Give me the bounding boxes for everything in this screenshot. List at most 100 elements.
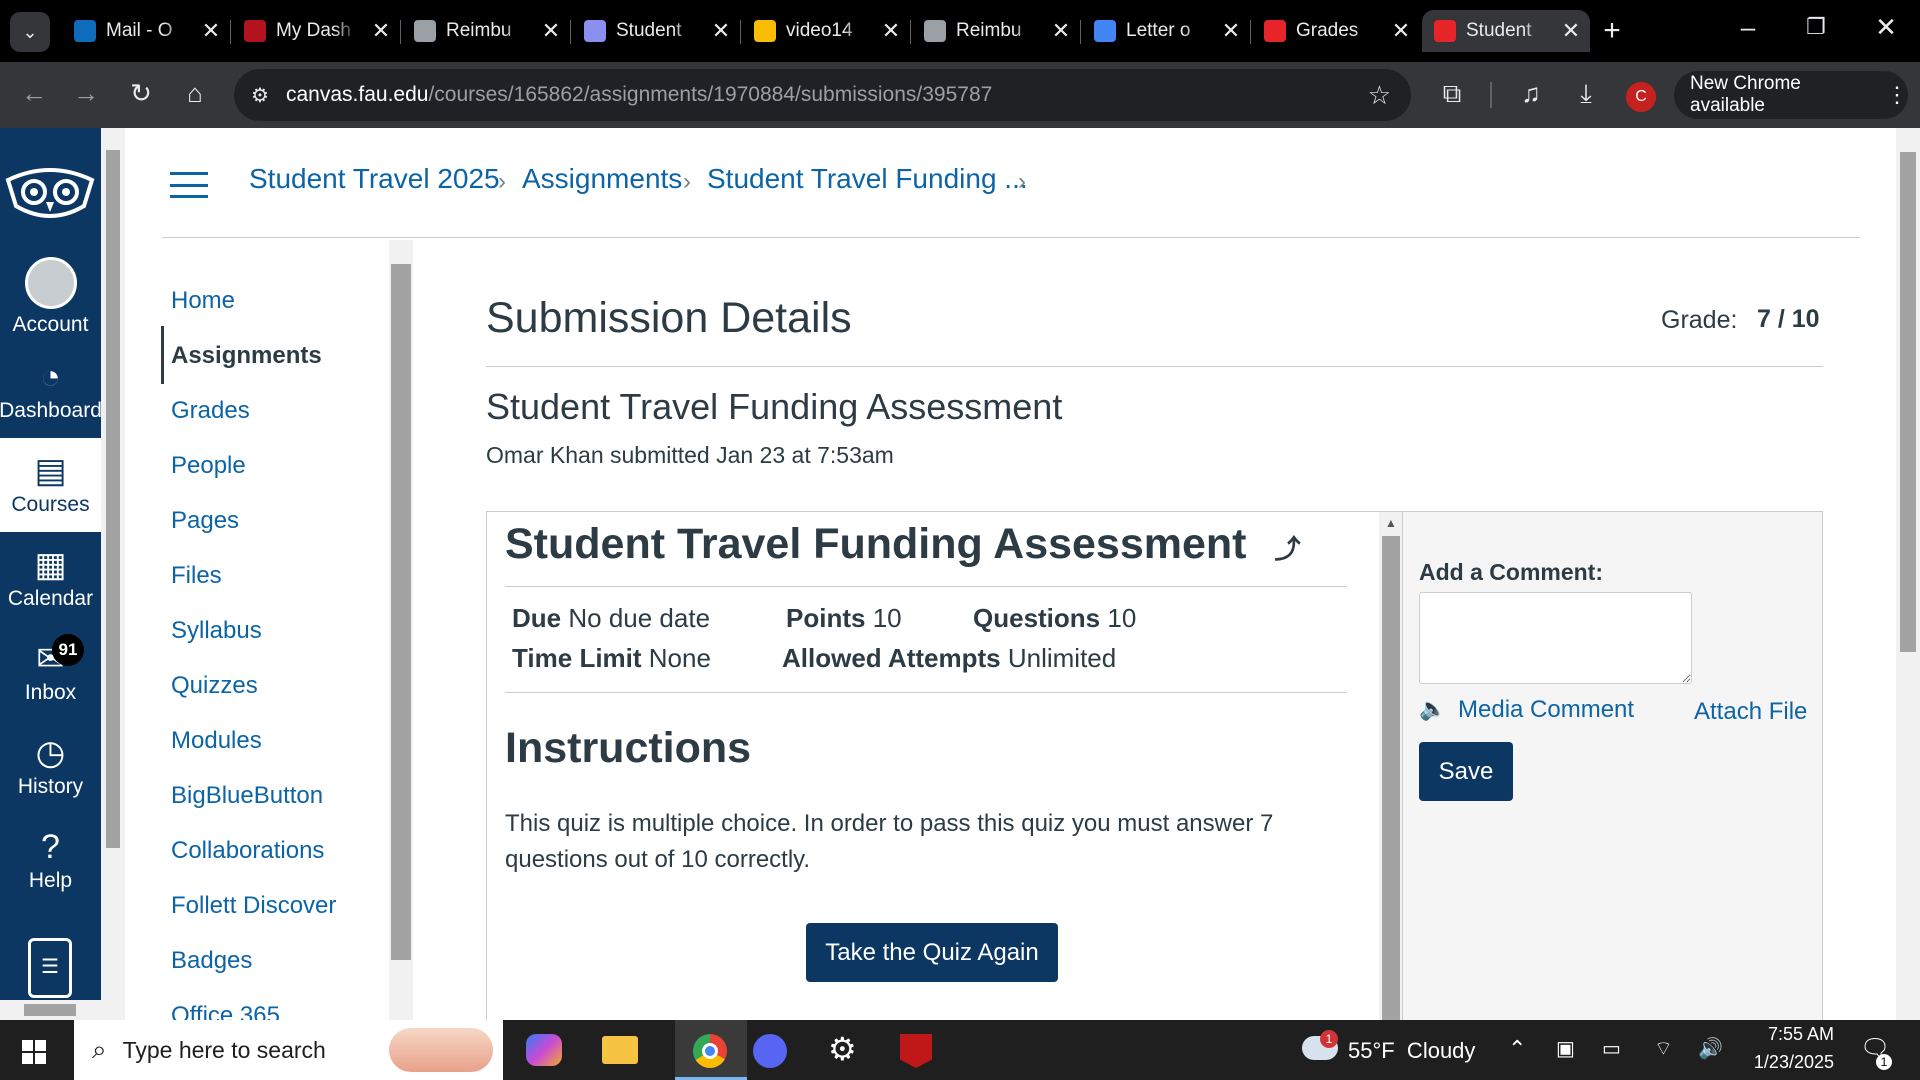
- global-nav-inbox[interactable]: ✉ Inbox 91: [0, 626, 101, 720]
- close-tab-icon[interactable]: ✕: [368, 18, 394, 44]
- tray-overflow-icon[interactable]: ⌃: [1508, 1036, 1526, 1062]
- attempts-value: Unlimited: [1007, 643, 1117, 673]
- browser-tab[interactable]: video14 ✕: [742, 10, 910, 52]
- close-tab-icon[interactable]: ✕: [198, 18, 224, 44]
- global-nav-courses[interactable]: ▤ Courses: [0, 438, 101, 532]
- course-nav-home[interactable]: Home: [171, 287, 235, 315]
- minimize-button[interactable]: –: [1728, 12, 1768, 43]
- page-scrollbar[interactable]: [1896, 128, 1920, 1020]
- close-tab-icon[interactable]: ✕: [1218, 18, 1244, 44]
- speed-grader-icon[interactable]: ⤴: [1274, 534, 1300, 564]
- downloads-icon[interactable]: ⤓: [1566, 78, 1606, 110]
- course-nav-bigbluebutton[interactable]: BigBlueButton: [171, 782, 323, 810]
- back-button[interactable]: ←: [14, 78, 54, 109]
- comment-textarea[interactable]: [1419, 592, 1692, 684]
- close-tab-icon[interactable]: ✕: [1048, 18, 1074, 44]
- quiz-frame-scroll-up-icon[interactable]: ▲: [1385, 516, 1397, 530]
- profile-avatar[interactable]: C: [1626, 82, 1656, 112]
- breadcrumb-assignment[interactable]: Student Travel Funding ...: [707, 163, 1028, 195]
- fau-owl-logo[interactable]: [4, 166, 96, 222]
- chrome-update-button[interactable]: New Chrome available ⋮: [1674, 71, 1908, 119]
- address-bar[interactable]: ⚙ canvas.fau.edu/courses/165862/assignme…: [234, 69, 1411, 121]
- forward-button[interactable]: →: [66, 78, 106, 109]
- horizontal-scrollbar-thumb[interactable]: [24, 1004, 76, 1016]
- close-tab-icon[interactable]: ✕: [1558, 18, 1584, 44]
- volume-icon[interactable]: 🔊: [1698, 1036, 1723, 1061]
- extensions-icon[interactable]: ⧉: [1432, 78, 1472, 110]
- course-nav-collaborations[interactable]: Collaborations: [171, 837, 324, 865]
- attach-file-link[interactable]: Attach File: [1694, 698, 1807, 726]
- reload-button[interactable]: ↻: [121, 78, 161, 109]
- quiz-frame-scrollbar[interactable]: ▲: [1379, 512, 1403, 1020]
- course-nav-assignments[interactable]: Assignments: [171, 342, 322, 370]
- media-comment-link[interactable]: Media Comment: [1458, 696, 1634, 724]
- instructions-heading: Instructions: [505, 724, 752, 772]
- breadcrumb-assignments[interactable]: Assignments: [522, 163, 682, 195]
- new-tab-button[interactable]: +: [1592, 14, 1632, 48]
- save-comment-button[interactable]: Save: [1419, 742, 1513, 801]
- global-nav-history[interactable]: ◷ History: [0, 720, 101, 814]
- browser-tab[interactable]: My Dash ✕: [232, 10, 400, 52]
- calendar-icon: ▦: [34, 546, 67, 584]
- chrome-taskbar-icon[interactable]: [675, 1020, 747, 1080]
- course-nav-scrollbar-thumb[interactable]: [391, 264, 411, 960]
- browser-tab[interactable]: Letter o ✕: [1082, 10, 1250, 52]
- global-nav-dashboard[interactable]: ◔ Dashboard: [0, 344, 102, 438]
- battery-icon[interactable]: ▭: [1602, 1036, 1621, 1061]
- clock-time[interactable]: 7:55 AM: [1754, 1024, 1834, 1045]
- course-nav-modules[interactable]: Modules: [171, 727, 262, 755]
- close-tab-icon[interactable]: ✕: [1388, 18, 1414, 44]
- quiz-divider: [505, 586, 1347, 587]
- wifi-icon[interactable]: ⌔: [1654, 1036, 1673, 1061]
- course-nav-grades[interactable]: Grades: [171, 397, 250, 425]
- global-nav-calendar[interactable]: ▦ Calendar: [0, 532, 101, 626]
- clock-date[interactable]: 1/23/2025: [1744, 1052, 1834, 1073]
- close-window-button[interactable]: ✕: [1866, 12, 1906, 43]
- browser-tab[interactable]: Reimbu ✕: [402, 10, 570, 52]
- breadcrumb-course[interactable]: Student Travel 2025: [249, 163, 500, 195]
- media-control-icon[interactable]: ♫: [1511, 78, 1551, 109]
- browser-tab[interactable]: Reimbu ✕: [912, 10, 1080, 52]
- course-nav-pages[interactable]: Pages: [171, 507, 239, 535]
- course-nav-quizzes[interactable]: Quizzes: [171, 672, 258, 700]
- course-nav-syllabus[interactable]: Syllabus: [171, 617, 262, 645]
- browser-tab[interactable]: Student ✕: [1422, 10, 1590, 52]
- browser-tab[interactable]: Mail - O ✕: [62, 10, 230, 52]
- close-tab-icon[interactable]: ✕: [538, 18, 564, 44]
- take-quiz-again-button[interactable]: Take the Quiz Again: [806, 923, 1058, 982]
- meet-now-icon[interactable]: ▣: [1556, 1036, 1575, 1061]
- canvas-icon: [584, 20, 606, 42]
- more-tools-icon[interactable]: ☰: [28, 938, 72, 998]
- nav-scrollbar[interactable]: [101, 128, 125, 1020]
- site-info-icon[interactable]: ⚙: [234, 83, 286, 108]
- restore-button[interactable]: ❐: [1796, 14, 1836, 40]
- tab-search-button[interactable]: ⌄: [10, 12, 50, 52]
- grade-value: 7 / 10: [1757, 305, 1820, 333]
- close-tab-icon[interactable]: ✕: [708, 18, 734, 44]
- page-scrollbar-thumb[interactable]: [1900, 152, 1916, 652]
- browser-tab[interactable]: Student ✕: [572, 10, 740, 52]
- weather-text[interactable]: 55°F Cloudy: [1348, 1038, 1475, 1064]
- nav-scrollbar-thumb[interactable]: [106, 150, 120, 848]
- discord-icon[interactable]: [753, 1034, 787, 1068]
- course-nav-follett-discover[interactable]: Follett Discover: [171, 892, 336, 920]
- global-nav-help[interactable]: ? Help: [0, 814, 101, 908]
- file-explorer-icon[interactable]: [602, 1036, 638, 1064]
- quiz-frame-scrollbar-thumb[interactable]: [1382, 536, 1400, 1020]
- global-nav-account[interactable]: Account: [0, 250, 101, 344]
- browser-tab[interactable]: Grades ✕: [1252, 10, 1420, 52]
- bookmark-star-icon[interactable]: ☆: [1368, 80, 1391, 111]
- windows-start-icon[interactable]: [22, 1040, 46, 1064]
- course-nav-badges[interactable]: Badges: [171, 947, 252, 975]
- settings-gear-icon[interactable]: ⚙: [828, 1030, 857, 1068]
- course-nav-scrollbar[interactable]: [389, 240, 413, 1020]
- close-tab-icon[interactable]: ✕: [878, 18, 904, 44]
- course-nav-people[interactable]: People: [171, 452, 246, 480]
- hamburger-menu-icon[interactable]: [170, 172, 208, 198]
- taskbar-search-box[interactable]: ⌕ Type here to search: [74, 1020, 503, 1080]
- course-nav-files[interactable]: Files: [171, 562, 222, 590]
- home-button[interactable]: ⌂: [175, 78, 215, 109]
- copilot-icon[interactable]: [526, 1034, 562, 1066]
- tab-title: Reimbu: [446, 20, 512, 41]
- horizontal-scrollbar[interactable]: [0, 1000, 101, 1020]
